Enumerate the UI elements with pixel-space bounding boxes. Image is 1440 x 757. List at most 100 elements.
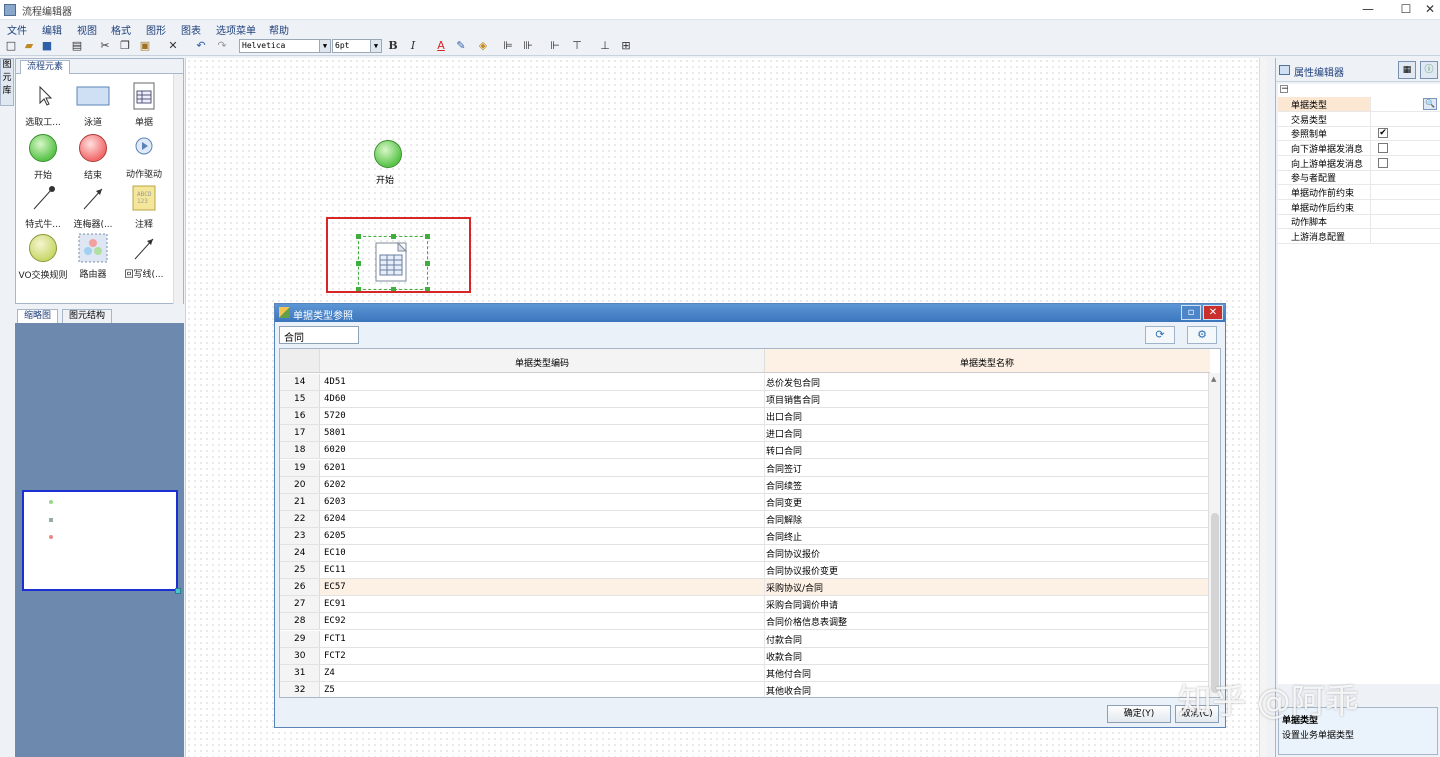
align-top-icon[interactable]: ⊤ [570,39,584,53]
table-row[interactable]: 21 6203 合同变更 [280,493,1210,511]
palette-scrollbar[interactable] [173,74,183,304]
settings-icon[interactable]: ⚙ [1187,326,1217,344]
palette-item-router[interactable]: 路由器 [68,233,118,280]
undo-icon[interactable]: ↶ [194,39,208,53]
redo-icon[interactable]: ↷ [215,39,229,53]
menu-format[interactable]: 格式 [111,22,131,37]
table-row[interactable]: 26 EC57 采购协议/合同 [280,579,1210,597]
selection-handle[interactable] [391,234,396,239]
selection-handle[interactable] [425,261,430,266]
prop-row-participant[interactable]: 参与者配置 [1278,170,1440,185]
tab-thumbnail[interactable]: 缩略图 [17,309,59,323]
table-row[interactable]: 15 4D60 项目销售合同 [280,391,1210,409]
palette-item-action-driver[interactable]: 动作驱动 [119,133,169,180]
ok-button[interactable]: 确定(Y) [1107,705,1171,723]
table-row[interactable]: 25 EC11 合同协议报价变更 [280,562,1210,580]
minimize-button[interactable]: — [1359,1,1377,17]
table-row[interactable]: 27 EC91 采购合同调价申请 [280,596,1210,614]
dialog-close-button[interactable]: ✕ [1203,305,1223,320]
line-color-icon[interactable]: ✎ [454,39,468,53]
selection-handle[interactable] [391,287,396,292]
categorize-icon[interactable]: ▦ [1398,61,1416,79]
prop-row-downstream-msg[interactable]: 向下游单据发消息 [1278,141,1440,156]
table-row[interactable]: 30 FCT2 收款合同 [280,647,1210,665]
palette-item-start[interactable]: 开始 [18,133,68,181]
align-center-icon[interactable]: ⊪ [521,39,535,53]
font-size-select[interactable]: 6pt ▼ [332,39,382,53]
dialog-search-input[interactable]: 合同 [279,326,359,344]
dialog-maximize-button[interactable]: ▫ [1181,305,1201,320]
open-folder-icon[interactable]: ▰ [22,39,36,53]
menu-chart[interactable]: 图表 [181,22,201,37]
cut-icon[interactable]: ✂ [98,39,112,53]
menu-view[interactable]: 视图 [77,22,97,37]
selection-handle[interactable] [425,234,430,239]
prop-row-trans-type[interactable]: 交易类型 [1278,112,1440,127]
prop-row-upstream-config[interactable]: 上游消息配置 [1278,229,1440,244]
table-row[interactable]: 24 EC10 合同协议报价 [280,545,1210,562]
maximize-button[interactable]: ☐ [1397,1,1415,17]
align-right-icon[interactable]: ⊩ [548,39,562,53]
align-left-icon[interactable]: ⊫ [501,39,515,53]
overview-viewport[interactable] [22,490,181,594]
resize-handle[interactable] [175,588,181,594]
menu-help[interactable]: 帮助 [269,22,289,37]
palette-item-connector[interactable]: 连梅器(... [68,183,118,230]
start-node[interactable] [373,139,403,169]
selection-handle[interactable] [356,261,361,266]
table-row[interactable]: 31 Z4 其他付合同 [280,664,1210,682]
selection-handle[interactable] [356,287,361,292]
palette-item-custom-connector[interactable]: 特式牛... [18,183,68,230]
canvas-scrollbar[interactable] [1259,58,1267,757]
scroll-thumb[interactable] [1211,513,1219,693]
prop-row-pre-constraint[interactable]: 单据动作前约束 [1278,185,1440,200]
table-row[interactable]: 22 6204 合同解除 [280,510,1210,528]
info-icon[interactable]: ⓘ [1420,61,1438,79]
col-header-code[interactable]: 单据类型编码 [320,356,764,369]
table-row[interactable]: 14 4D51 总价发包合同 [280,374,1210,391]
save-icon[interactable]: ■ [40,39,54,53]
italic-icon[interactable]: I [406,39,420,53]
prop-value[interactable] [1370,214,1440,228]
prop-value[interactable] [1370,185,1440,199]
prop-row-action-script[interactable]: 动作脚本 [1278,214,1440,229]
close-button[interactable]: ✕ [1421,1,1439,17]
palette-item-end[interactable]: 结束 [68,133,118,181]
prop-value[interactable] [1370,170,1440,184]
table-scrollbar[interactable]: ▲ [1208,373,1220,697]
menu-file[interactable]: 文件 [7,22,27,37]
palette-item-select[interactable]: 选取工... [18,81,68,128]
selection-handle[interactable] [356,234,361,239]
copy-icon[interactable]: ❐ [118,39,132,53]
menu-options[interactable]: 选项菜单 [216,22,256,37]
col-header-name[interactable]: 单据类型名称 [764,356,1210,369]
font-family-select[interactable]: Helvetica ▼ [239,39,331,53]
palette-item-note[interactable]: ABCD 123 注释 [119,183,169,230]
print-icon[interactable]: ▤ [70,39,84,53]
lookup-search-icon[interactable]: 🔍 [1423,98,1437,110]
element-library-tab[interactable]: 图 元 库 [0,58,14,106]
table-row[interactable]: 29 FCT1 付款合同 [280,630,1210,648]
menu-shape[interactable]: 图形 [146,22,166,37]
table-row[interactable]: 17 5801 进口合同 [280,425,1210,443]
align-bottom-icon[interactable]: ⊞ [619,39,633,53]
table-row[interactable]: 20 6202 合同续签 [280,476,1210,494]
scroll-up-icon[interactable]: ▲ [1211,375,1216,383]
prop-value[interactable] [1370,229,1440,243]
palette-item-writeback-line[interactable]: 回写线(... [119,233,169,280]
prop-row-upstream-msg[interactable]: 向上游单据发消息 [1278,156,1440,171]
document-node[interactable] [356,234,430,292]
paste-icon[interactable]: ▣ [138,39,152,53]
prop-value[interactable]: 🔍 [1370,97,1440,111]
table-row[interactable]: 32 Z5 其他收合同 [280,681,1210,697]
downstream-msg-checkbox[interactable] [1378,143,1388,153]
prop-row-ref-bill[interactable]: 参照制单 ✔ [1278,126,1440,141]
new-file-icon[interactable]: □ [4,39,18,53]
prop-row-doc-type[interactable]: 单据类型 🔍 [1278,97,1440,112]
upstream-msg-checkbox[interactable] [1378,158,1388,168]
refresh-icon[interactable]: ⟳ [1145,326,1175,344]
ref-bill-checkbox[interactable]: ✔ [1378,128,1388,138]
tab-element-structure[interactable]: 图元结构 [62,309,113,323]
table-row[interactable]: 16 5720 出口合同 [280,408,1210,426]
prop-row-post-constraint[interactable]: 单据动作后约束 [1278,200,1440,215]
